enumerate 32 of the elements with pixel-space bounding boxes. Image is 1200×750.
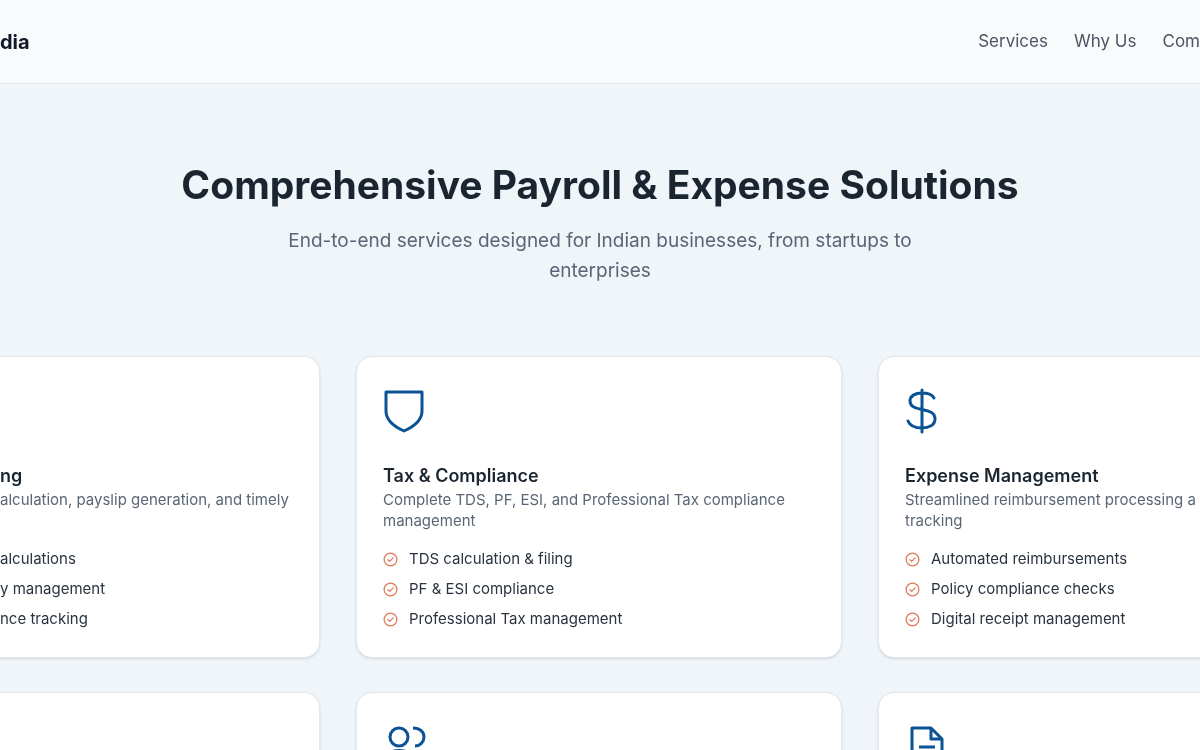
section-heading: Comprehensive Payroll & Expense Solutions <box>181 160 1019 210</box>
feature-item: Policy compliance checks <box>931 578 1115 601</box>
shield-icon <box>383 389 425 433</box>
feature-item: alculations <box>0 548 76 571</box>
check-circle-icon <box>383 552 398 567</box>
card-title: Tax & Compliance <box>383 464 540 488</box>
check-circle-icon <box>383 612 398 627</box>
nav-link[interactable]: Services <box>978 28 1048 55</box>
feature-item: Professional Tax management <box>409 608 623 631</box>
nav-link[interactable]: Com <box>1162 28 1200 55</box>
card-title: ng <box>0 464 24 488</box>
section-subtitle: End-to-end services designed for Indian businesses, from startups to enterprises <box>287 228 913 284</box>
check-circle-icon <box>905 612 920 627</box>
card-description: alculation, payslip generation, and timely <box>0 489 290 510</box>
feature-item: Digital receipt management <box>931 608 1126 631</box>
feature-item: nce tracking <box>0 608 88 631</box>
file-icon <box>909 725 945 750</box>
feature-item: TDS calculation & filing <box>409 548 573 571</box>
feature-item: PF & ESI compliance <box>409 578 555 601</box>
feature-item: Automated reimbursements <box>931 548 1128 571</box>
card-description: Streamlined reimbursement processing a <box>905 489 1197 510</box>
check-circle-icon <box>905 582 920 597</box>
feature-item: y management <box>0 578 106 601</box>
dollar-icon <box>905 388 939 434</box>
card-description: tracking <box>905 510 964 531</box>
check-circle-icon <box>905 552 920 567</box>
card-description: Complete TDS, PF, ESI, and Professional Tax compliance <box>383 489 786 510</box>
card-description: management <box>383 510 477 531</box>
check-circle-icon <box>383 582 398 597</box>
brand-name[interactable]: dia <box>0 26 30 57</box>
card-title: Expense Management <box>905 464 1100 488</box>
nav-link[interactable]: Why Us <box>1073 28 1137 55</box>
